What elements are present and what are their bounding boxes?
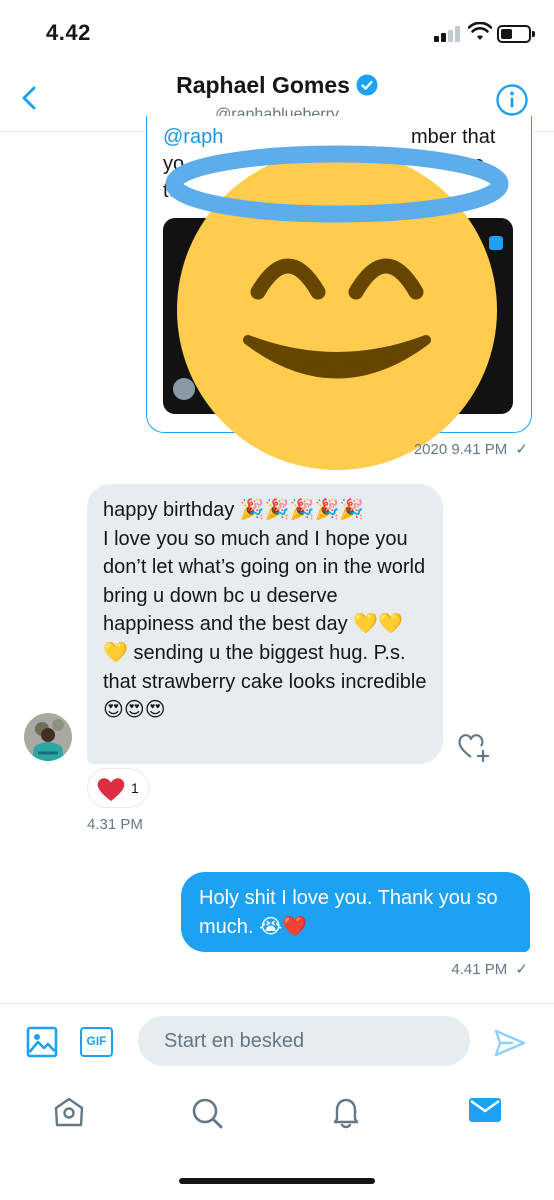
status-time: 4.42 xyxy=(46,20,91,45)
heart-reaction-chip[interactable]: 1 xyxy=(87,768,149,808)
sender-avatar[interactable] xyxy=(24,713,72,761)
shared-tweet-time: 2020 9.41 PM xyxy=(413,441,508,458)
cellular-signal-icon xyxy=(434,26,462,42)
contact-name-row[interactable]: Raphael Gomes xyxy=(0,72,554,99)
add-reaction-heart-icon[interactable] xyxy=(456,730,490,762)
contact-name[interactable]: Raphael Gomes xyxy=(176,72,350,98)
reaction-count: 1 xyxy=(131,780,139,796)
battery-icon xyxy=(497,25,535,43)
sent-message-bubble[interactable]: Holy shit I love you. Thank you so much.… xyxy=(181,872,530,952)
sent-message-time: 4.41 PM xyxy=(451,961,508,978)
received-message-time: 4.31 PM xyxy=(87,816,143,833)
status-bar: 4.42 xyxy=(0,0,554,64)
verified-badge-icon xyxy=(356,74,378,96)
messages-icon[interactable] xyxy=(468,1096,502,1124)
read-check-icon: ✓ xyxy=(515,441,528,458)
search-icon[interactable] xyxy=(190,1096,224,1130)
image-icon[interactable] xyxy=(26,1026,58,1058)
received-message-bubble[interactable]: happy birthday 🎉🎉🎉🎉🎉 I love you so much … xyxy=(87,484,443,764)
notifications-icon[interactable] xyxy=(330,1096,362,1130)
read-check-icon: ✓ xyxy=(515,961,528,978)
message-input[interactable]: Start en besked xyxy=(138,1016,470,1066)
home-icon[interactable] xyxy=(52,1096,86,1128)
info-icon[interactable] xyxy=(496,84,528,116)
red-heart-icon xyxy=(97,778,125,801)
message-timestamp: 2020 9.41 PM ✓ xyxy=(414,440,528,458)
wifi-icon xyxy=(468,22,492,40)
message-composer: GIF Start en besked xyxy=(0,1003,554,1077)
smiling-angel-emoji-sticker xyxy=(165,145,509,470)
send-icon[interactable] xyxy=(494,1028,526,1058)
home-indicator xyxy=(179,1178,375,1184)
message-timestamp: 4.41 PM ✓ xyxy=(451,960,528,978)
gif-button[interactable]: GIF xyxy=(80,1027,113,1057)
